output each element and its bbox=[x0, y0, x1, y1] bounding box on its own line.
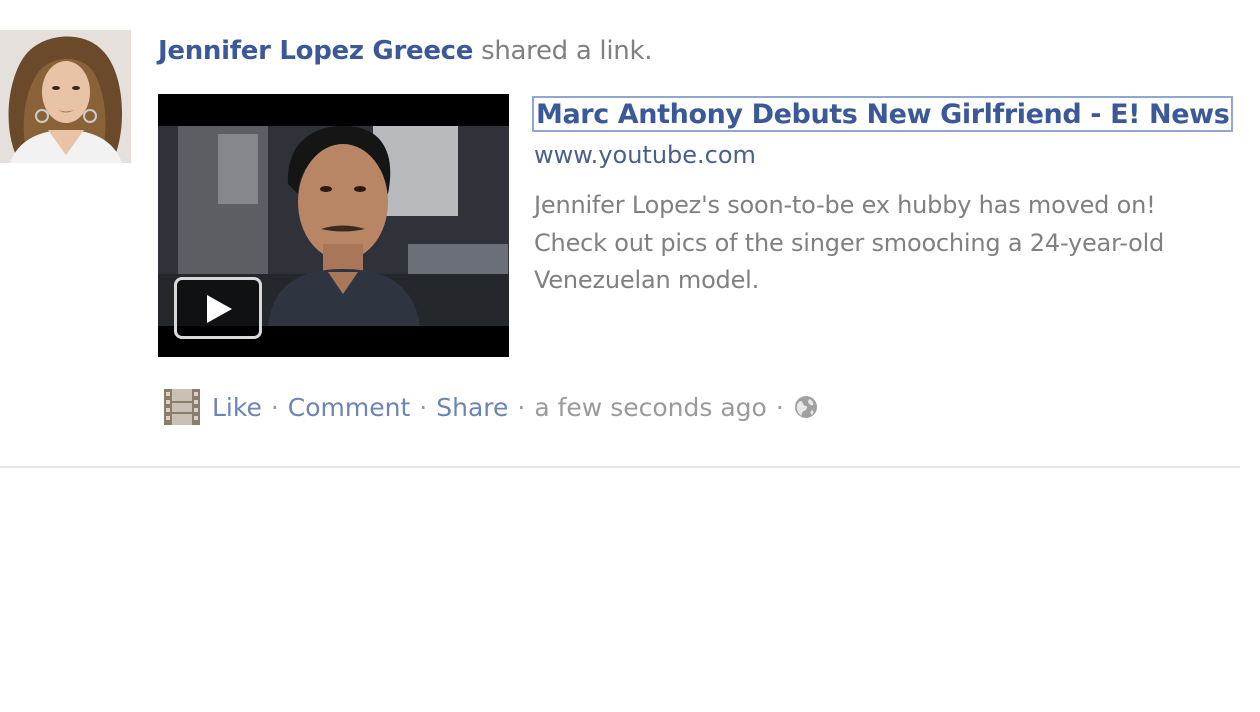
separator-dot: · bbox=[419, 392, 428, 422]
story-headline: Jennifer Lopez Greece shared a link. bbox=[158, 34, 652, 68]
separator-dot: · bbox=[775, 392, 784, 422]
timestamp[interactable]: a few seconds ago bbox=[534, 393, 766, 422]
feed-story: Jennifer Lopez Greece shared a link. Mar… bbox=[0, 0, 1260, 712]
attachment-title-link[interactable]: Marc Anthony Debuts New Girlfriend - E! … bbox=[532, 96, 1234, 132]
share-link[interactable]: Share bbox=[436, 393, 508, 422]
avatar-photo bbox=[0, 30, 131, 163]
globe-icon[interactable] bbox=[793, 394, 819, 420]
play-icon bbox=[207, 295, 232, 323]
attachment-description: Jennifer Lopez's soon-to-be ex hubby has… bbox=[534, 191, 1165, 294]
film-strip-icon bbox=[164, 389, 200, 425]
story-footer: Like · Comment · Share · a few seconds a… bbox=[162, 386, 819, 428]
comment-link[interactable]: Comment bbox=[288, 393, 411, 422]
actor-name-link[interactable]: Jennifer Lopez Greece bbox=[158, 36, 473, 66]
video-thumbnail[interactable] bbox=[158, 94, 509, 357]
attachment-domain: www.youtube.com bbox=[534, 141, 756, 169]
story-action-text: shared a link. bbox=[481, 36, 653, 66]
avatar[interactable] bbox=[0, 30, 131, 163]
separator-dot: · bbox=[517, 392, 526, 422]
like-link[interactable]: Like bbox=[212, 393, 262, 422]
separator-dot: · bbox=[270, 392, 279, 422]
play-button[interactable] bbox=[174, 277, 262, 339]
story-divider bbox=[0, 466, 1240, 468]
